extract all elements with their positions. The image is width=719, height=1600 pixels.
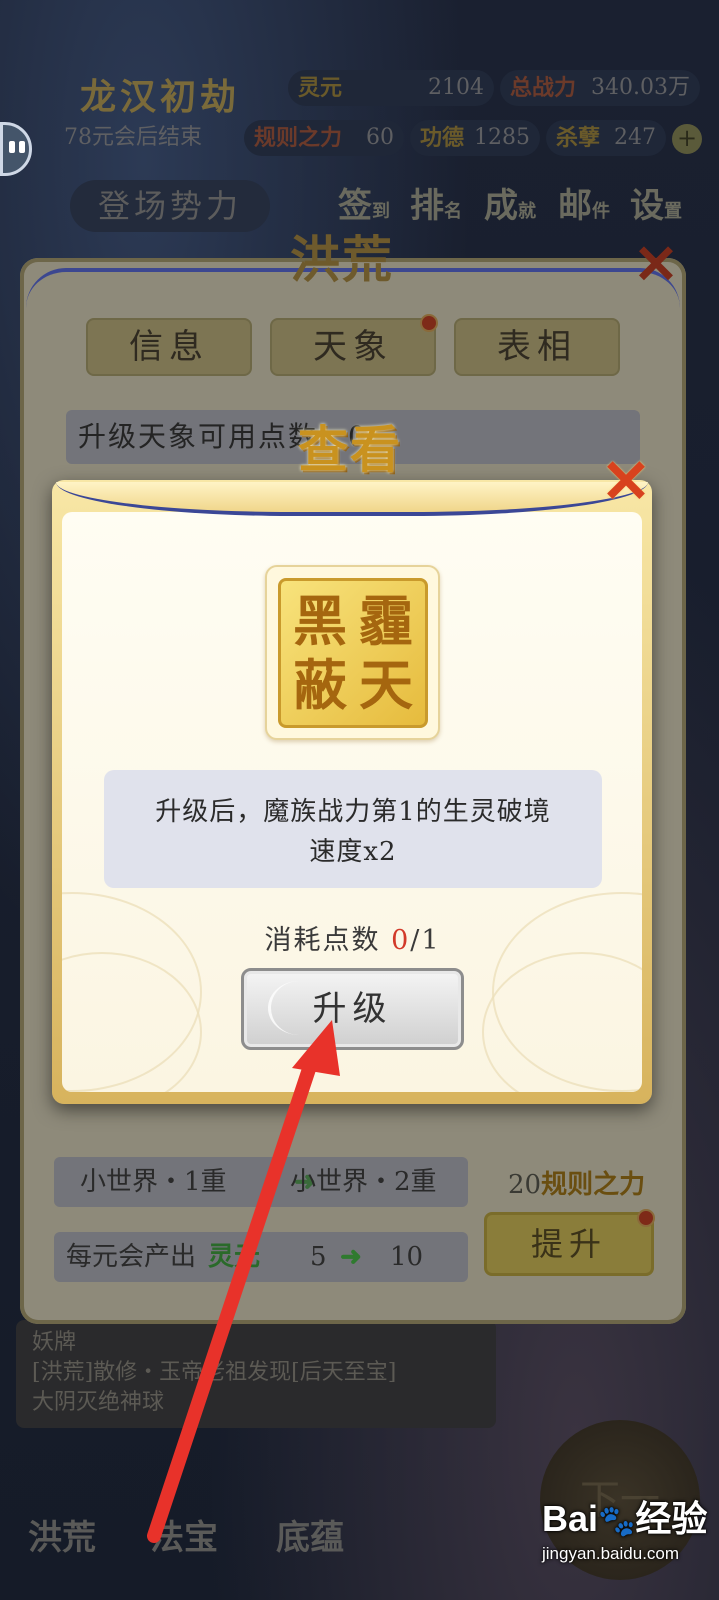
add-icon[interactable]: + xyxy=(672,124,702,154)
promote-button[interactable]: 提升 xyxy=(484,1209,655,1276)
tab-info[interactable]: 信息 xyxy=(86,318,252,376)
arrow-right-icon: ➜ xyxy=(340,1242,362,1272)
bottom-nav-heritage[interactable]: 底蕴 xyxy=(276,1510,344,1559)
bottom-nav-treasure[interactable]: 法宝 xyxy=(150,1510,218,1559)
faction-button[interactable]: 登场势力 xyxy=(70,180,270,232)
tab-celestial[interactable]: 天象 xyxy=(270,314,438,376)
baidu-watermark: Bai🐾经验 jingyan.baidu.com xyxy=(542,1498,708,1563)
paw-icon: 🐾 xyxy=(598,1505,636,1538)
tab-appearance[interactable]: 表相 xyxy=(454,318,620,376)
output-row: 每元会产出 灵元 5 ➜ 10 xyxy=(54,1232,468,1282)
bottom-nav-honghuang[interactable]: 洪荒 xyxy=(28,1510,96,1559)
panel-title: 洪荒 xyxy=(290,230,394,289)
event-log: 妖牌 [洪荒]散修・玉帝老祖发现[后天至宝] 大阴灭绝神球 xyxy=(16,1320,496,1428)
effect-description: 升级后，魔族战力第1的生灵破境 速度x2 xyxy=(104,770,602,888)
stat-karma: 杀孽 247 xyxy=(546,120,666,156)
nav-settings[interactable]: 设置 xyxy=(630,178,682,227)
stat-total-power: 总战力 340.03万 xyxy=(500,70,700,106)
stat-rule-power: 规则之力 60 xyxy=(244,120,404,156)
upgrade-cost: 20规则之力 xyxy=(508,1170,646,1200)
notification-dot xyxy=(637,1209,655,1227)
world-level-row: 小世界・1重 ➜ 小世界・2重 xyxy=(54,1157,468,1207)
nav-mail[interactable]: 邮件 xyxy=(558,178,610,227)
stat-lingyuan: 灵元 2104 xyxy=(288,70,494,106)
panel-close-icon[interactable]: ✕ xyxy=(628,236,684,292)
celestial-seal-icon: 黑 霾 蔽 天 xyxy=(278,578,428,728)
notification-dot xyxy=(420,314,438,332)
upgrade-button[interactable]: 升级 xyxy=(241,968,464,1050)
nav-achievements[interactable]: 成就 xyxy=(484,178,536,227)
era-timer: 78元会后结束 xyxy=(64,125,202,150)
modal-title: 查看 xyxy=(298,420,402,479)
close-icon[interactable]: ✕ xyxy=(596,452,656,512)
point-cost: 消耗点数 0/1 xyxy=(264,925,441,956)
stat-merit: 功德 1285 xyxy=(410,120,540,156)
nav-ranking[interactable]: 排名 xyxy=(410,178,462,227)
game-title: 龙汉初劫 xyxy=(80,76,241,118)
